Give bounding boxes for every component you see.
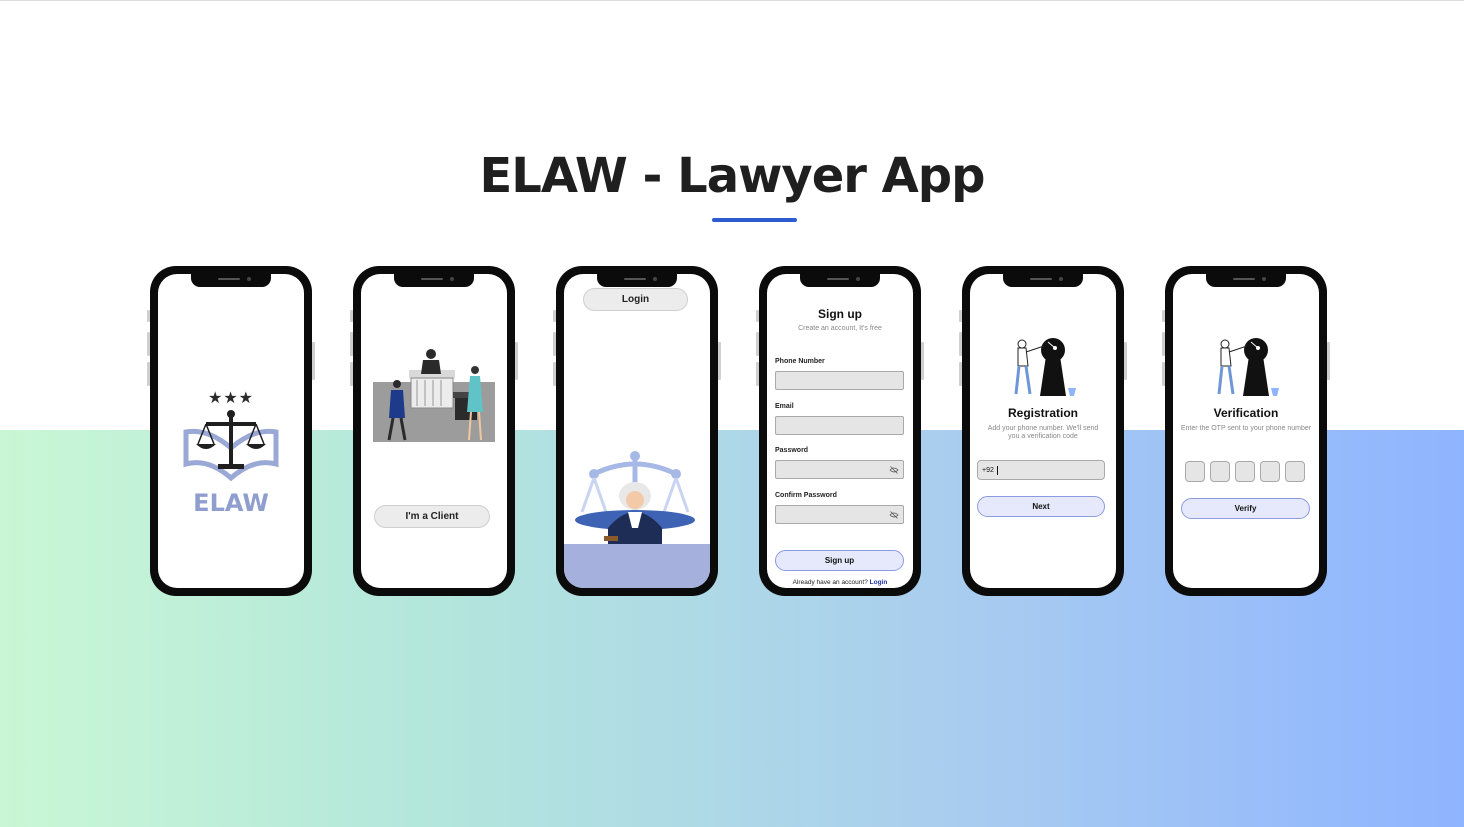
eye-off-icon[interactable] <box>889 510 899 520</box>
phone-notch <box>1003 274 1083 287</box>
elaw-logo: ★★★ ELAW <box>178 388 284 517</box>
courtroom-illustration: HIGHLY EXPERIENCED LAWYERS <box>373 327 495 442</box>
login-button[interactable]: Login <box>583 288 688 311</box>
signup-subtitle: Create an account, It's free <box>798 325 882 332</box>
eye-off-icon[interactable] <box>889 465 899 475</box>
phone-welcome: Login Sign Up LET'S EXPLORE <box>553 266 721 596</box>
phone-notch <box>597 274 677 287</box>
onboarding-screen: HIGHLY EXPERIENCED LAWYERS We provide yo… <box>361 274 507 588</box>
page-title: ELAW - Lawyer App <box>479 148 985 204</box>
otp-digit-1[interactable] <box>1185 461 1205 482</box>
verification-subtitle: Enter the OTP sent to your phone number <box>1180 425 1312 432</box>
otp-input-group <box>1185 461 1305 482</box>
phone-onboarding: HIGHLY EXPERIENCED LAWYERS We provide yo… <box>350 266 518 596</box>
verification-title: Verification <box>1213 406 1279 420</box>
splash-screen: ★★★ ELAW <box>158 274 304 588</box>
lawyer-button[interactable]: Lawyer <box>374 532 490 555</box>
client-button[interactable]: I'm a Client <box>374 505 490 528</box>
phone-label: Phone Number <box>775 358 825 365</box>
judge-illustration: LET'S EXPLORE <box>564 404 710 588</box>
welcome-screen: Login Sign Up LET'S EXPLORE <box>564 274 710 588</box>
phone-splash: ★★★ ELAW <box>147 266 315 596</box>
password-label: Password <box>775 447 809 454</box>
onboarding-description: We provide you with the information of h… <box>371 469 491 489</box>
registration-subtitle: Add your phone number. We'll send you a … <box>987 425 1099 440</box>
otp-digit-2[interactable] <box>1210 461 1230 482</box>
keyhole-illustration <box>1014 338 1076 396</box>
signup-button[interactable]: Sign Up <box>583 321 688 344</box>
text-caret <box>996 465 998 475</box>
confirm-password-label: Confirm Password <box>775 492 837 499</box>
phone-notch <box>394 274 474 287</box>
phone-signup: Sign up Create an account, It's free Pho… <box>756 266 924 596</box>
login-link[interactable]: Login <box>870 579 888 586</box>
stars-icon: ★★★ <box>207 390 255 407</box>
signup-submit-button[interactable]: Sign up <box>775 550 904 571</box>
keyhole-illustration <box>1217 338 1279 396</box>
registration-screen: Registration Add your phone number. We'l… <box>970 274 1116 588</box>
phone-input[interactable]: +92 <box>977 460 1105 480</box>
phone-number-field[interactable] <box>775 371 904 390</box>
phone-verification: Verification Enter the OTP sent to your … <box>1162 266 1330 596</box>
phone-notch <box>191 274 271 287</box>
phone-registration: Registration Add your phone number. We'l… <box>959 266 1127 596</box>
signup-title: Sign up <box>818 307 862 321</box>
phone-notch <box>1206 274 1286 287</box>
arc-text: LET'S EXPLORE <box>581 404 693 428</box>
verification-screen: Verification Enter the OTP sent to your … <box>1173 274 1319 588</box>
email-label: Email <box>775 403 794 410</box>
otp-digit-3[interactable] <box>1235 461 1255 482</box>
verify-button[interactable]: Verify <box>1181 498 1310 519</box>
otp-digit-5[interactable] <box>1285 461 1305 482</box>
signup-screen: Sign up Create an account, It's free Pho… <box>767 274 913 588</box>
scales-book-icon <box>183 410 279 482</box>
logo-wordmark: ELAW <box>193 489 269 517</box>
phone-notch <box>800 274 880 287</box>
next-button[interactable]: Next <box>977 496 1105 517</box>
top-divider <box>0 0 1464 1</box>
login-prompt-text: Already have an account? <box>792 579 868 586</box>
email-field[interactable] <box>775 416 904 435</box>
registration-title: Registration <box>1007 406 1078 420</box>
password-field[interactable] <box>775 460 904 479</box>
confirm-password-field[interactable] <box>775 505 904 524</box>
title-underline <box>712 218 797 222</box>
otp-digit-4[interactable] <box>1260 461 1280 482</box>
login-prompt: Already have an account? Login <box>767 579 913 586</box>
phone-input-value: +92 <box>982 466 994 474</box>
